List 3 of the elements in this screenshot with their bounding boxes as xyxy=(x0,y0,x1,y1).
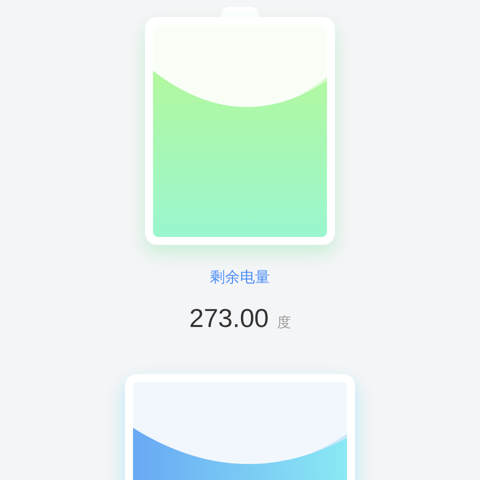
power-value: 273.00 xyxy=(189,303,269,334)
remaining-power-label: 剩余电量 xyxy=(210,267,270,287)
unit-label: 度 xyxy=(276,314,291,332)
